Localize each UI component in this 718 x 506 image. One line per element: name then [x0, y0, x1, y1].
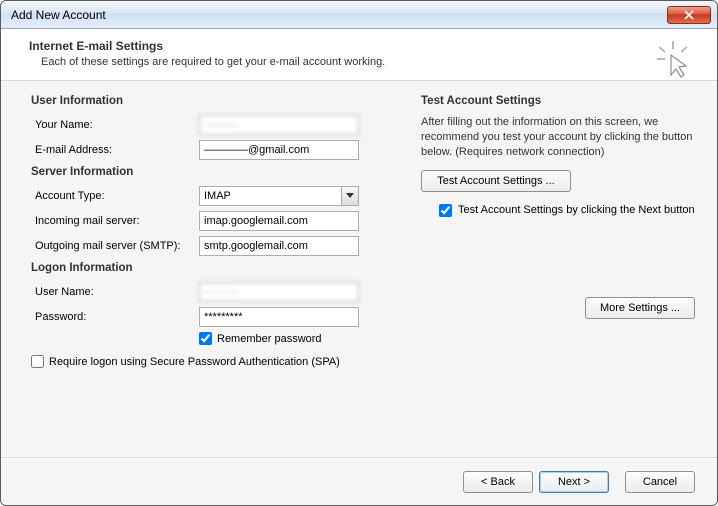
logon-info-heading: Logon Information — [31, 262, 391, 274]
more-settings-button[interactable]: More Settings ... — [585, 297, 695, 319]
footer: < Back Next > Cancel — [1, 458, 717, 505]
row-account-type: Account Type: IMAP — [31, 186, 391, 206]
spa-label: Require logon using Secure Password Auth… — [49, 356, 340, 368]
account-type-label: Account Type: — [31, 190, 199, 202]
chevron-down-icon — [341, 187, 358, 205]
banner-subtitle: Each of these settings are required to g… — [29, 56, 703, 68]
your-name-label: Your Name: — [31, 119, 199, 131]
test-settings-heading: Test Account Settings — [421, 95, 695, 107]
account-type-select[interactable]: IMAP — [199, 186, 359, 206]
dialog-window: Add New Account Internet E-mail Settings… — [0, 0, 718, 506]
row-username: User Name: — [31, 282, 391, 302]
back-button[interactable]: < Back — [463, 471, 533, 493]
user-info-heading: User Information — [31, 95, 391, 107]
row-your-name: Your Name: — [31, 115, 391, 135]
email-label: E-mail Address: — [31, 144, 199, 156]
remember-password-checkbox[interactable] — [199, 332, 212, 345]
row-email: E-mail Address: — [31, 140, 391, 160]
close-icon — [684, 10, 694, 20]
incoming-input[interactable] — [199, 211, 359, 231]
incoming-label: Incoming mail server: — [31, 215, 199, 227]
right-column: Test Account Settings After filling out … — [421, 95, 695, 449]
window-title: Add New Account — [11, 8, 106, 22]
left-column: User Information Your Name: E-mail Addre… — [31, 95, 391, 449]
username-label: User Name: — [31, 286, 199, 298]
cancel-button[interactable]: Cancel — [625, 471, 695, 493]
spa-row: Require logon using Secure Password Auth… — [31, 355, 391, 368]
test-account-button[interactable]: Test Account Settings ... — [421, 170, 571, 192]
outgoing-label: Outgoing mail server (SMTP): — [31, 240, 199, 252]
username-input[interactable] — [199, 282, 359, 302]
banner-title: Internet E-mail Settings — [29, 39, 703, 53]
test-next-checkbox[interactable] — [439, 204, 452, 217]
your-name-input[interactable] — [199, 115, 359, 135]
next-button[interactable]: Next > — [539, 471, 609, 493]
remember-password-row: Remember password — [199, 332, 391, 345]
banner: Internet E-mail Settings Each of these s… — [1, 29, 717, 81]
remember-password-label: Remember password — [217, 333, 322, 345]
account-type-value: IMAP — [204, 190, 231, 202]
server-info-heading: Server Information — [31, 166, 391, 178]
body: User Information Your Name: E-mail Addre… — [1, 81, 717, 458]
spa-checkbox[interactable] — [31, 355, 44, 368]
row-outgoing: Outgoing mail server (SMTP): — [31, 236, 391, 256]
row-password: Password: — [31, 307, 391, 327]
close-button[interactable] — [667, 6, 711, 24]
row-incoming: Incoming mail server: — [31, 211, 391, 231]
titlebar[interactable]: Add New Account — [1, 1, 717, 29]
password-label: Password: — [31, 311, 199, 323]
test-settings-desc: After filling out the information on thi… — [421, 115, 695, 160]
test-next-row: Test Account Settings by clicking the Ne… — [439, 204, 695, 217]
outgoing-input[interactable] — [199, 236, 359, 256]
test-next-label: Test Account Settings by clicking the Ne… — [458, 204, 695, 216]
email-input[interactable] — [199, 140, 359, 160]
password-input[interactable] — [199, 307, 359, 327]
cursor-click-icon — [653, 39, 693, 79]
